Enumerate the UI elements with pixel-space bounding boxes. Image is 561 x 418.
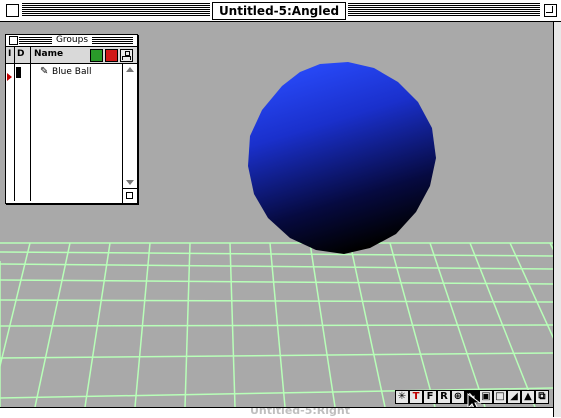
- frame-tool-button[interactable]: F: [423, 390, 437, 404]
- groups-palette-title-bar[interactable]: Groups: [6, 35, 137, 47]
- scroll-down-arrow-icon[interactable]: [126, 180, 134, 185]
- column-name-label: Name: [34, 49, 64, 59]
- selection-marker-icon: [7, 73, 12, 81]
- groups-palette: Groups I D Name ✎ Blue Ball: [5, 34, 138, 204]
- light-tool-button[interactable]: ✳: [395, 390, 409, 404]
- window-title-bar[interactable]: Untitled-5:Angled: [0, 0, 561, 22]
- terrain-tool-button[interactable]: ▲: [521, 390, 535, 404]
- palette-resize-icon[interactable]: [122, 188, 137, 203]
- square-tool-button[interactable]: □: [493, 390, 507, 404]
- column-i-label: I: [8, 49, 12, 59]
- palette-close-icon[interactable]: [9, 36, 18, 45]
- palette-title: Groups: [52, 35, 92, 46]
- palette-vertical-scrollbar[interactable]: [122, 64, 137, 188]
- shade-tool-button[interactable]: ◢: [507, 390, 521, 404]
- text-tool-button[interactable]: T: [409, 390, 423, 404]
- render-tool-button[interactable]: R: [437, 390, 451, 404]
- window-title: Untitled-5:Angled: [212, 2, 346, 20]
- zoom-box-icon[interactable]: [544, 4, 557, 17]
- column-d-label: D: [17, 49, 25, 59]
- hierarchy-icon[interactable]: [120, 49, 133, 62]
- show-all-icon[interactable]: [90, 49, 103, 62]
- group-item-label: Blue Ball: [52, 67, 92, 77]
- close-box-icon[interactable]: [6, 4, 19, 17]
- title-stripes-right: [348, 3, 540, 17]
- background-window-edge: Untitled-5:Right: [0, 407, 553, 418]
- globe-tool-button[interactable]: ⊕: [451, 390, 465, 404]
- title-stripes-left: [22, 3, 210, 17]
- list-item[interactable]: ✎ Blue Ball: [6, 65, 122, 81]
- visibility-toggle[interactable]: [16, 67, 21, 78]
- window-vertical-scrollbar[interactable]: [553, 22, 561, 417]
- scroll-up-arrow-icon[interactable]: [126, 67, 134, 72]
- pencil-icon: ✎: [40, 66, 49, 77]
- document-window: Untitled-5:Angled Groups I D Name ✎ Blue…: [0, 0, 561, 418]
- blue-ball-sphere[interactable]: [248, 62, 436, 254]
- background-window-title: Untitled-5:Right: [250, 407, 350, 417]
- resize-tool-button[interactable]: ⧉: [535, 390, 549, 404]
- lock-icon[interactable]: [105, 49, 118, 62]
- groups-column-header: I D Name: [6, 47, 137, 64]
